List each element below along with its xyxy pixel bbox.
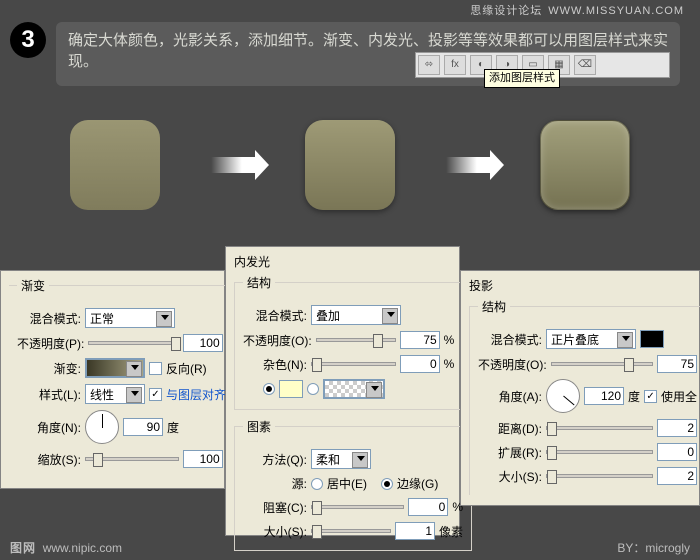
- arrow-icon: [446, 157, 490, 173]
- preview-stage-1: [70, 120, 160, 210]
- preview-stage-2: [305, 120, 395, 210]
- noise-input[interactable]: 0: [400, 355, 440, 373]
- scale-input[interactable]: 100: [183, 450, 223, 468]
- panel-title: 内发光: [234, 253, 451, 270]
- size-input[interactable]: 2: [657, 467, 697, 485]
- panel-title: 渐变: [17, 277, 49, 294]
- drop-shadow-panel: 投影 结构 混合模式: 正片叠底 不透明度(O): 75 角度(A): 120 …: [460, 270, 700, 506]
- watermark: 思缘设计论坛WWW.MISSYUAN.COM: [470, 2, 690, 18]
- style-select[interactable]: 线性: [85, 384, 145, 404]
- opacity-input[interactable]: 75: [657, 355, 697, 373]
- gradient-picker[interactable]: [85, 358, 145, 378]
- distance-slider[interactable]: [546, 426, 653, 430]
- reverse-checkbox[interactable]: [149, 362, 162, 375]
- instruction-bar: 3 确定大体颜色，光影关系，添加细节。渐变、内发光、投影等等效果都可以用图层样式…: [10, 22, 680, 86]
- angle-dial[interactable]: [85, 410, 119, 444]
- angle-dial[interactable]: [546, 379, 580, 413]
- opacity-input[interactable]: 100: [183, 334, 223, 352]
- icon-progression: [70, 120, 630, 210]
- size-input[interactable]: 1: [395, 522, 435, 540]
- size-slider[interactable]: [546, 474, 653, 478]
- scale-slider[interactable]: [85, 457, 179, 461]
- spread-slider[interactable]: [546, 450, 653, 454]
- arrow-icon: [211, 157, 255, 173]
- blend-mode-select[interactable]: 正片叠底: [546, 329, 636, 349]
- opacity-input[interactable]: 75: [400, 331, 440, 349]
- trash-icon[interactable]: ⌫: [574, 55, 596, 75]
- panel-title: 投影: [469, 277, 691, 294]
- angle-input[interactable]: 120: [584, 387, 624, 405]
- angle-input[interactable]: 90: [123, 418, 163, 436]
- global-light-checkbox[interactable]: ✓: [644, 390, 657, 403]
- size-slider[interactable]: [311, 529, 391, 533]
- step-number: 3: [10, 22, 46, 58]
- choke-slider[interactable]: [311, 505, 404, 509]
- shadow-color-swatch[interactable]: [640, 330, 664, 348]
- technique-select[interactable]: 柔和: [311, 449, 371, 469]
- noise-slider[interactable]: [311, 362, 396, 366]
- footer: 图网 www.nipic.com BY：microgly: [10, 539, 690, 556]
- preview-stage-3: [540, 120, 630, 210]
- opacity-slider[interactable]: [551, 362, 653, 366]
- spread-input[interactable]: 0: [657, 443, 697, 461]
- link-icon[interactable]: ⬄: [418, 55, 440, 75]
- source-edge-radio[interactable]: [381, 478, 393, 490]
- blend-mode-select[interactable]: 正常: [85, 308, 175, 328]
- distance-input[interactable]: 2: [657, 419, 697, 437]
- tooltip-add-layer-style: 添加图层样式: [484, 69, 560, 88]
- gradient-panel: 渐变 混合模式: 正常 不透明度(P): 100 % 渐变: 反向(R) 样式(…: [0, 270, 225, 489]
- source-center-radio[interactable]: [311, 478, 323, 490]
- glow-color-swatch[interactable]: [279, 380, 303, 398]
- color-radio[interactable]: [263, 383, 275, 395]
- align-checkbox[interactable]: ✓: [149, 388, 162, 401]
- instruction-box: 确定大体颜色，光影关系，添加细节。渐变、内发光、投影等等效果都可以用图层样式来实…: [56, 22, 680, 86]
- choke-input[interactable]: 0: [408, 498, 448, 516]
- glow-gradient-picker[interactable]: [323, 379, 385, 399]
- blend-mode-select[interactable]: 叠加: [311, 305, 401, 325]
- opacity-slider[interactable]: [316, 338, 396, 342]
- gradient-radio[interactable]: [307, 383, 319, 395]
- inner-glow-panel: 内发光 结构 混合模式: 叠加 不透明度(O): 75 % 杂色(N): 0 %…: [225, 246, 460, 536]
- opacity-slider[interactable]: [88, 341, 178, 345]
- fx-icon[interactable]: fx: [444, 55, 466, 75]
